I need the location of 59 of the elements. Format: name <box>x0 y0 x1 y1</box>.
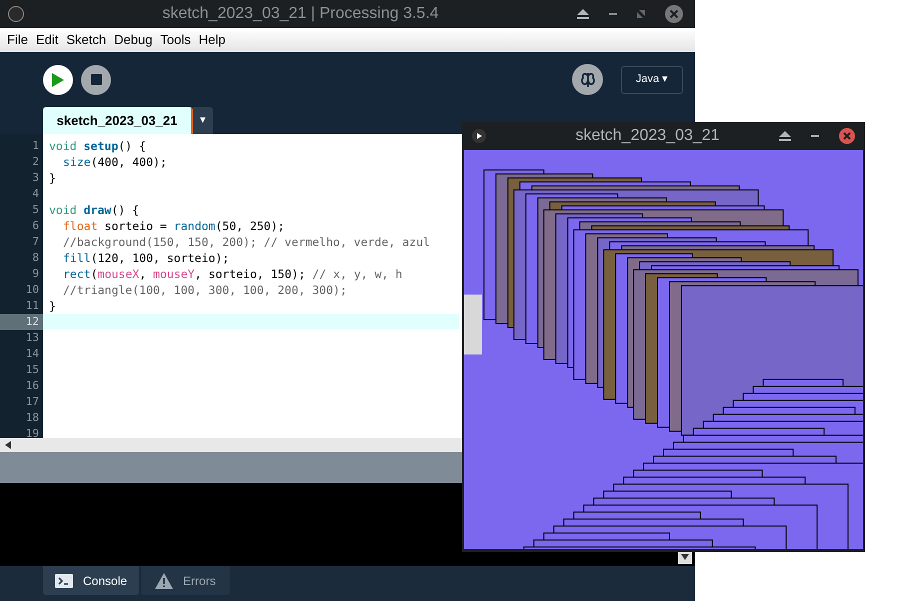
line-number: 5 <box>31 202 40 218</box>
code-line: rect(mouseX, mouseY, sorteio, 150); // x, y, w, h <box>62 266 402 281</box>
line-number: 2 <box>31 154 40 170</box>
code-line: //background(150, 150, 200); // vermelho, verde, azul <box>62 234 430 249</box>
line-number: 9 <box>31 266 40 282</box>
app-icon <box>8 6 24 22</box>
menu-item[interactable]: File <box>7 30 28 50</box>
line-number: 19 <box>24 426 40 442</box>
console-tab[interactable]: Errors <box>141 566 230 595</box>
line-number: 4 <box>31 186 40 202</box>
line-number: 13 <box>24 330 40 346</box>
warning-icon <box>155 572 174 588</box>
menu-item[interactable]: Tools <box>160 30 191 50</box>
line-number: 17 <box>24 394 40 410</box>
line-number: 1 <box>31 138 40 154</box>
line-number: 3 <box>31 170 40 186</box>
eject-icon[interactable] <box>779 131 791 141</box>
code-line: fill(120, 100, sorteio); <box>62 250 230 265</box>
line-number: 18 <box>24 410 40 426</box>
menu-item[interactable]: Debug <box>114 30 152 50</box>
console-tab[interactable]: Console <box>43 566 140 595</box>
scroll-left-icon[interactable] <box>3 440 13 450</box>
horizontal-scrollbar[interactable] <box>0 438 462 452</box>
code-line: float sorteio = random(50, 250); <box>62 218 285 233</box>
line-number: 8 <box>31 250 40 266</box>
line-number: 16 <box>24 378 40 394</box>
code-line: } <box>49 171 56 185</box>
play-icon <box>52 72 64 86</box>
stop-button[interactable] <box>81 64 111 94</box>
mode-dropdown[interactable]: Java ▾ <box>621 66 683 94</box>
code-line: } <box>49 298 56 313</box>
line-number: 7 <box>31 234 40 250</box>
line-number: 14 <box>24 346 40 362</box>
code-line: //triangle(100, 100, 300, 100, 200, 300); <box>62 282 347 297</box>
line-number: 6 <box>31 218 40 234</box>
close-icon[interactable] <box>665 5 683 23</box>
maximize-icon[interactable] <box>637 10 645 18</box>
eject-icon[interactable] <box>577 9 589 19</box>
run-button[interactable] <box>43 64 73 94</box>
sketch-app-icon <box>472 129 486 143</box>
menu-item[interactable]: Help <box>198 30 226 50</box>
window-title: sketch_2023_03_21 | Processing 3.5.4 <box>161 4 440 24</box>
debug-button[interactable] <box>572 64 603 95</box>
menu-item[interactable]: Sketch <box>66 30 106 50</box>
menu-item[interactable]: Edit <box>36 30 58 50</box>
code-line: void draw() { <box>49 202 140 217</box>
code-line: void setup() { <box>49 139 146 153</box>
sketch-window-title: sketch_2023_03_21 <box>574 126 721 146</box>
stop-icon <box>90 74 102 85</box>
tab-menu-button[interactable]: ▾ <box>193 107 213 134</box>
close-icon[interactable] <box>839 128 855 144</box>
file-tab[interactable]: sketch_2023_03_21 <box>43 107 193 134</box>
code-line: size(400, 400); <box>62 155 167 169</box>
line-number: 11 <box>24 298 40 314</box>
line-number: 12 <box>0 314 43 330</box>
line-number: 10 <box>24 282 40 298</box>
terminal-icon <box>55 574 73 588</box>
butterfly-icon <box>578 70 596 88</box>
line-number: 15 <box>24 362 40 378</box>
